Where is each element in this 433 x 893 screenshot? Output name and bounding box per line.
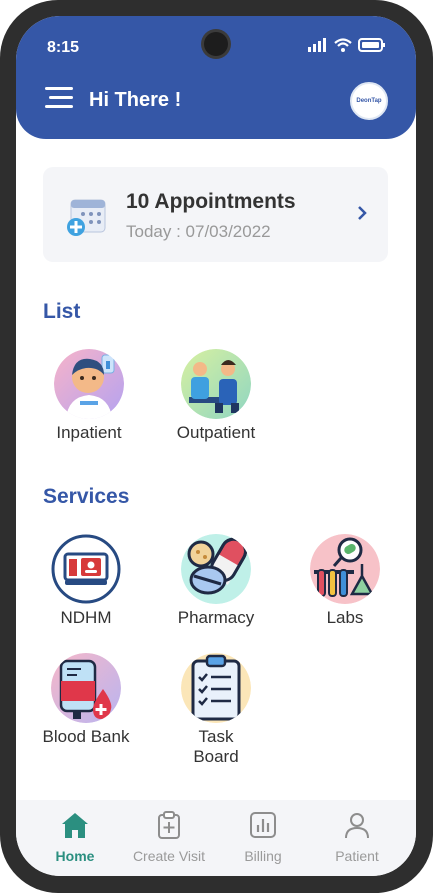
appointments-count: 10 Appointments [126,190,296,213]
calendar-icon [67,199,106,236]
nav-patient-label: Patient [335,848,379,864]
nav-create-visit-label: Create Visit [132,848,206,864]
list-heading: List [43,300,81,323]
tile-pharmacy-label: Pharmacy [177,608,255,627]
appointments-card[interactable]: 10 Appointments Today : 07/03/2022 [43,167,388,262]
app-screen: 8:15 Hi There ! DeonTap 10 Appointments … [16,16,416,876]
signal-icon [308,38,326,52]
nav-home[interactable]: Home [25,810,125,864]
tile-outpatient-label: Outpatient [176,423,256,442]
status-time: 8:15 [47,39,80,56]
nav-create-visit[interactable]: Create Visit [119,810,219,864]
lab-flask-icon [310,534,380,604]
tile-labs-label: Labs [326,608,364,627]
phone-frame: 8:15 Hi There ! DeonTap 10 Appointments … [0,0,433,893]
tile-outpatient[interactable]: Outpatient [161,349,271,443]
nav-billing-label: Billing [244,848,282,864]
home-icon [62,813,88,838]
status-icons [308,38,386,52]
outpatient-icon [181,349,251,419]
services-heading: Services [43,485,130,508]
tile-pharmacy[interactable]: Pharmacy [161,534,271,628]
nav-billing[interactable]: Billing [213,810,313,864]
hamburger-icon [45,87,73,108]
profile-avatar[interactable]: DeonTap [350,82,388,120]
inpatient-icon [54,349,124,419]
tile-ndhm[interactable]: NDHM [31,534,141,628]
camera-notch [204,32,228,56]
tile-blood-bank-label: Blood Bank [42,727,130,746]
clipboard-plus-icon [158,811,180,839]
tile-blood-bank[interactable]: Blood Bank [31,653,141,747]
tile-inpatient-label: Inpatient [56,423,122,442]
tile-task-board[interactable]: Task Board [161,653,271,767]
appointments-date: Today : 07/03/2022 [126,222,271,241]
nav-patient[interactable]: Patient [307,810,407,864]
nav-home-label: Home [55,848,95,864]
bar-chart-icon [250,812,276,838]
app-header: 8:15 Hi There ! DeonTap [16,16,416,139]
chevron-right-icon [358,206,367,220]
clipboard-icon [181,653,251,723]
avatar-logo-text: DeonTap [356,98,382,104]
blood-bag-icon [51,653,121,723]
pills-icon [181,534,251,604]
battery-icon [358,38,385,52]
tile-task-board-label: Task Board [193,727,239,766]
menu-button[interactable] [45,86,73,110]
tile-ndhm-label: NDHM [60,608,112,627]
bottom-navigation: Home Create Visit Billing Patient [16,800,416,876]
tile-labs[interactable]: Labs [290,534,400,628]
person-icon [345,813,369,839]
ndhm-icon [51,534,121,604]
tile-inpatient[interactable]: Inpatient [34,349,144,443]
greeting-title: Hi There ! [89,89,182,111]
wifi-icon [334,38,352,52]
